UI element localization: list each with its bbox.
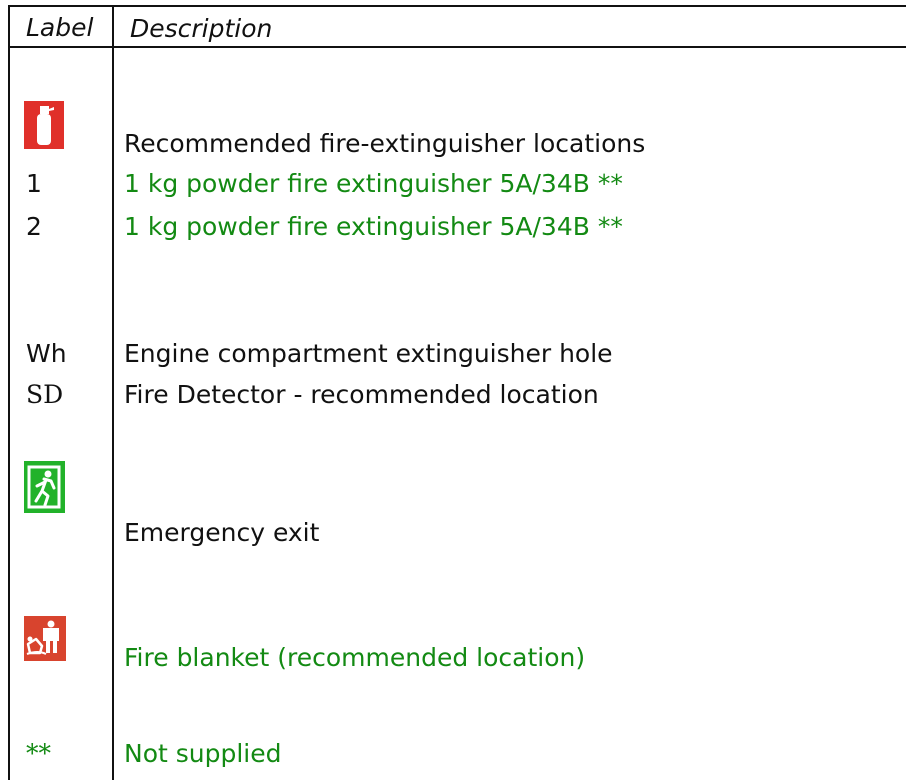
description-column-header: Description xyxy=(130,14,273,43)
left-border xyxy=(8,5,10,780)
extinguisher-1-description: 1 kg powder fire extinguisher 5A/34B ** xyxy=(124,169,623,198)
sd-label: SD xyxy=(26,380,64,409)
header-bottom-rule xyxy=(8,46,906,48)
extinguisher-2-label: 2 xyxy=(26,212,42,241)
wh-label: Wh xyxy=(26,339,67,368)
extinguisher-locations-text: Recommended fire-extinguisher locations xyxy=(124,129,646,158)
not-supplied-description: Not supplied xyxy=(124,739,282,768)
column-divider xyxy=(112,5,114,780)
label-column-header: Label xyxy=(26,13,94,42)
header-top-rule xyxy=(8,5,906,7)
legend-table: Label Description Recommended fire-extin… xyxy=(0,0,906,780)
sd-description: Fire Detector - recommended location xyxy=(124,380,599,409)
wh-description: Engine compartment extinguisher hole xyxy=(124,339,613,368)
extinguisher-1-label: 1 xyxy=(26,169,42,198)
emergency-exit-icon xyxy=(24,461,65,513)
extinguisher-2-description: 1 kg powder fire extinguisher 5A/34B ** xyxy=(124,212,623,241)
fire-blanket-icon xyxy=(24,616,66,661)
not-supplied-label: ** xyxy=(26,739,51,768)
fire-extinguisher-icon xyxy=(24,101,64,149)
emergency-exit-description: Emergency exit xyxy=(124,518,320,547)
fire-blanket-description: Fire blanket (recommended location) xyxy=(124,643,586,672)
